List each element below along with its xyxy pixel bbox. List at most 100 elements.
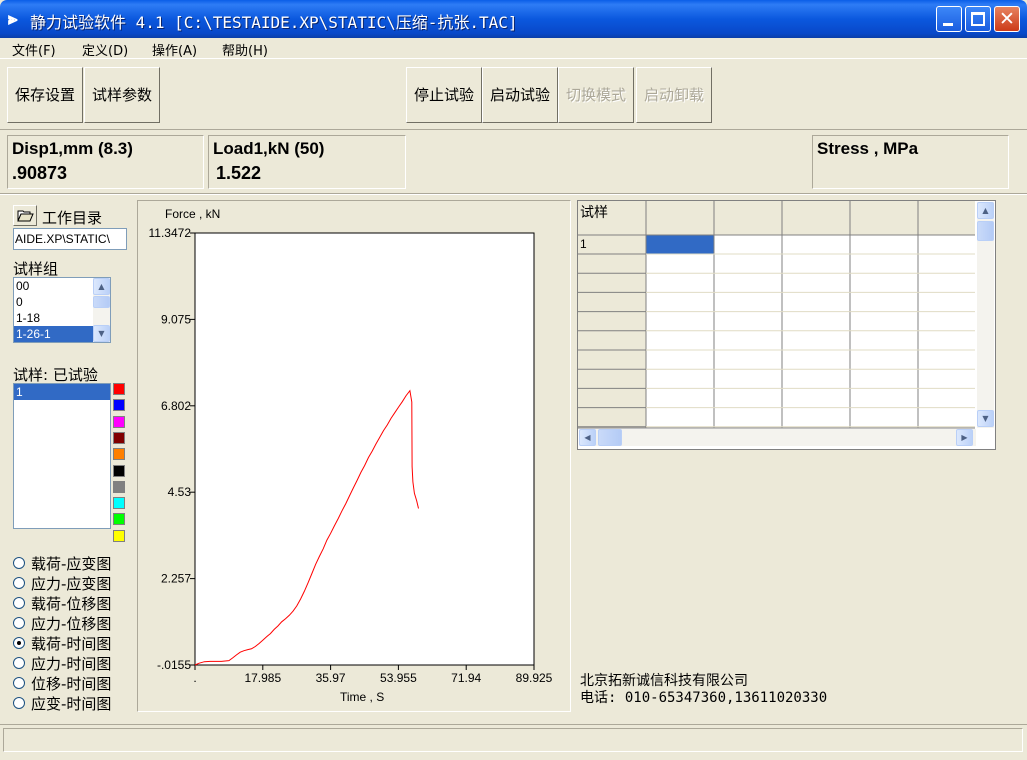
- grid-horizontal-scrollbar[interactable]: ◀ ▶: [579, 429, 976, 446]
- force-time-chart: Force , kN Time , S 11.3472 9.075 6.802 4.53 2…: [149, 207, 553, 704]
- chart-panel: Force , kN Time , S 11.3472 9.075 6.802 4.53 2…: [137, 200, 571, 712]
- plot-option-label: 位移-时间图: [31, 675, 112, 693]
- y-tick-label: 11.3472: [149, 226, 192, 240]
- toolbar: 保存设置 试样参数 停止试验 启动试验 切换模式 启动卸载: [0, 58, 1027, 130]
- workdir-label: 工作目录: [42, 209, 103, 227]
- x-tick-label: .: [193, 671, 196, 685]
- start-test-button[interactable]: 启动试验: [482, 67, 558, 123]
- x-tick-label: 35.97: [316, 671, 346, 685]
- plot-option-label: 应力-位移图: [31, 615, 112, 633]
- grid-cells: [578, 201, 975, 429]
- color-swatch[interactable]: [113, 431, 125, 444]
- color-swatch[interactable]: [113, 464, 125, 477]
- start-unload-button[interactable]: 启动卸载: [636, 67, 712, 123]
- grid-hscroll-thumb[interactable]: [598, 429, 622, 446]
- radio-button[interactable]: [13, 637, 25, 649]
- radio-button[interactable]: [13, 557, 25, 569]
- menu-operate[interactable]: 操作(A): [152, 40, 197, 59]
- color-swatch[interactable]: [113, 383, 125, 395]
- company-phone: 电话: 010-65347360,13611020330: [580, 690, 828, 706]
- minimize-button[interactable]: [936, 6, 962, 32]
- color-swatch[interactable]: [113, 399, 125, 412]
- stress-readout: Stress , MPa: [812, 135, 1009, 189]
- disp-label: Disp1,mm (8.3): [12, 139, 133, 158]
- x-tick-label: 71.94: [451, 671, 481, 685]
- group-listbox[interactable]: 00 0 1-18 1-26-1 ▲ ▼: [13, 277, 111, 343]
- results-grid[interactable]: 试样 1 ▲ ▼ ◀ ▶: [577, 200, 996, 450]
- sample-rows: 1: [14, 384, 110, 400]
- left-panel: 工作目录 AIDE.XP\STATIC\ 试样组 00 0 1-18 1-26-1 ▲…: [8, 200, 130, 713]
- grid-row-label: 1: [580, 237, 587, 251]
- group-item[interactable]: 1-18: [14, 310, 93, 326]
- grid-selected-cell: [646, 235, 714, 254]
- group-item[interactable]: 0: [14, 294, 93, 310]
- stress-label: Stress , MPa: [817, 139, 919, 158]
- radio-button[interactable]: [13, 657, 25, 669]
- radio-button[interactable]: [13, 677, 25, 689]
- grid-vertical-scrollbar[interactable]: ▲ ▼: [977, 202, 994, 428]
- radio-button[interactable]: [13, 597, 25, 609]
- radio-button[interactable]: [13, 697, 25, 709]
- scroll-up-icon[interactable]: ▲: [93, 278, 110, 295]
- group-scrollbar[interactable]: ▲ ▼: [93, 278, 110, 342]
- workdir-path-field[interactable]: AIDE.XP\STATIC\: [13, 228, 127, 250]
- maximize-icon: [971, 12, 985, 26]
- maximize-button[interactable]: [965, 6, 991, 32]
- color-swatch[interactable]: [113, 513, 125, 526]
- x-axis-label: Time , S: [340, 690, 384, 704]
- color-swatch[interactable]: [113, 480, 125, 493]
- plot-option-label: 载荷-时间图: [31, 635, 112, 653]
- switch-mode-button[interactable]: 切换模式: [558, 67, 634, 123]
- load-readout: Load1,kN (50) 1.522: [208, 135, 406, 189]
- color-swatch[interactable]: [113, 415, 125, 428]
- sample-params-button[interactable]: 试样参数: [84, 67, 160, 123]
- plot-area: [194, 232, 535, 666]
- grid-scroll-up-icon[interactable]: ▲: [977, 202, 994, 219]
- radio-button[interactable]: [13, 617, 25, 629]
- radio-button[interactable]: [13, 577, 25, 589]
- scroll-down-icon[interactable]: ▼: [93, 325, 110, 342]
- menu-help[interactable]: 帮助(H): [222, 40, 268, 59]
- group-item[interactable]: 1-26-1: [14, 326, 93, 342]
- load-label: Load1,kN (50): [213, 139, 325, 158]
- open-folder-button[interactable]: [13, 205, 37, 226]
- save-settings-button[interactable]: 保存设置: [7, 67, 83, 123]
- window-title: 静力试验软件 4.1 [C:\TESTAIDE.XP\STATIC\压缩-抗张.…: [30, 13, 518, 32]
- plot-option-label: 应力-时间图: [31, 655, 112, 673]
- minimize-icon: [943, 23, 953, 26]
- y-tick-label: 2.257: [161, 572, 191, 586]
- menu-bar: 文件(F) 定义(D) 操作(A) 帮助(H): [0, 38, 1027, 59]
- grid-vscroll-thumb[interactable]: [977, 221, 994, 241]
- sample-label: 试样: 已试验: [13, 366, 98, 384]
- disp-readout: Disp1,mm (8.3) .90873: [7, 135, 204, 189]
- color-swatch[interactable]: [113, 497, 125, 510]
- grid-scroll-left-icon[interactable]: ◀: [579, 429, 596, 446]
- y-tick-label: -.0155: [157, 658, 191, 672]
- menu-file[interactable]: 文件(F): [12, 40, 56, 59]
- x-tick-label: 53.955: [380, 671, 417, 685]
- group-item[interactable]: 00: [14, 278, 93, 294]
- disp-value: .90873: [12, 163, 68, 183]
- color-swatch[interactable]: [113, 448, 125, 461]
- color-swatch[interactable]: [113, 529, 125, 542]
- grid-header-label: 试样: [580, 205, 608, 221]
- close-button[interactable]: ✕: [994, 6, 1020, 32]
- load-value: 1.522: [216, 163, 262, 183]
- title-bar: ⫸ 静力试验软件 4.1 [C:\TESTAIDE.XP\STATIC\压缩-抗…: [0, 0, 1027, 38]
- stop-test-button[interactable]: 停止试验: [406, 67, 482, 123]
- folder-open-icon: [17, 210, 34, 222]
- group-label: 试样组: [13, 260, 59, 278]
- app-icon: ⫸: [8, 9, 18, 29]
- y-tick-label: 6.802: [161, 399, 191, 413]
- status-panel: [3, 728, 1023, 752]
- separator: [0, 193, 1027, 195]
- sample-listbox[interactable]: 1: [13, 383, 111, 529]
- plot-option-label: 载荷-位移图: [31, 595, 112, 613]
- sample-item[interactable]: 1: [14, 384, 110, 400]
- menu-define[interactable]: 定义(D): [82, 40, 128, 59]
- grid-scroll-right-icon[interactable]: ▶: [956, 429, 973, 446]
- status-bar: [0, 724, 1027, 760]
- scroll-thumb[interactable]: [93, 296, 110, 308]
- y-axis-label: Force , kN: [165, 207, 220, 221]
- grid-scroll-down-icon[interactable]: ▼: [977, 410, 994, 427]
